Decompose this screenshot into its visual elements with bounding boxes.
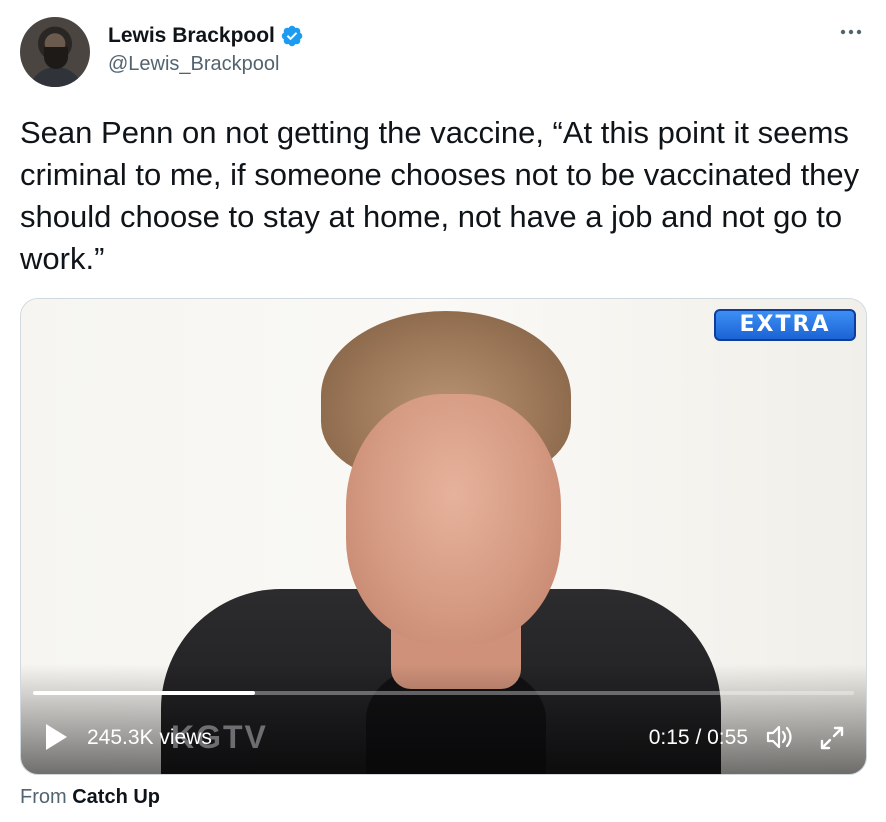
fullscreen-icon[interactable] [818,724,846,752]
tweet-text: Sean Penn on not getting the vaccine, “A… [20,115,860,276]
source-attribution: From Catch Up [20,786,160,809]
time-display: 0:15 / 0:55 [649,724,748,752]
more-horizontal-icon[interactable] [836,17,866,47]
name-row: Lewis Brackpool [108,23,304,49]
video-subject-face [346,394,561,644]
progress-bar[interactable] [33,691,854,695]
time-separator: / [695,726,702,749]
current-time: 0:15 [648,726,690,749]
duration: 0:55 [707,726,748,749]
source-prefix: From [20,786,67,808]
verified-badge-icon [281,25,303,47]
author-handle[interactable]: @Lewis_Brackpool [108,53,304,76]
avatar-shoulders [28,67,84,87]
view-count: 245.3K views [87,726,212,749]
tweet-header: Lewis Brackpool @Lewis_Brackpool [20,17,866,89]
volume-icon[interactable] [764,722,796,752]
progress-fill [33,691,255,695]
play-icon[interactable] [43,722,69,752]
avatar-beard [44,47,68,69]
controls-overlay [21,664,866,774]
video-player[interactable]: EXTRA KGTV 245.3K views 0:15 / 0:55 [20,298,867,775]
extra-logo: EXTRA [714,309,856,341]
avatar[interactable] [20,17,90,87]
user-info: Lewis Brackpool @Lewis_Brackpool [108,23,304,76]
author-name[interactable]: Lewis Brackpool [108,24,275,48]
source-name[interactable]: Catch Up [72,786,160,808]
